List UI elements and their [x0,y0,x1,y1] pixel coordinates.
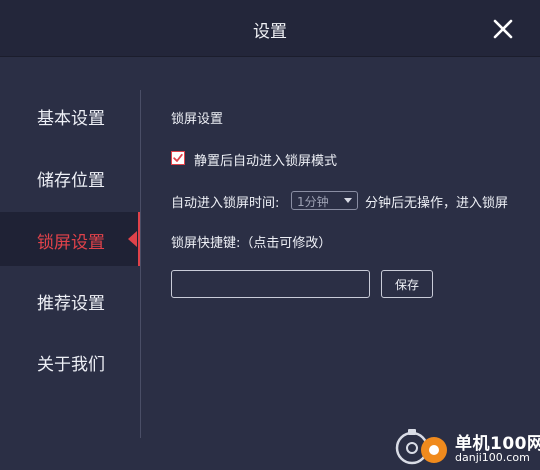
sidebar-divider [140,90,141,438]
lock-time-select[interactable]: 1分钟 [291,191,358,210]
checkmark-icon [173,153,183,162]
close-button[interactable] [492,18,514,40]
hotkey-label: 锁屏快捷键:（点击可修改） [171,236,332,251]
sidebar-item-label: 储存位置 [37,171,105,191]
sidebar-item-about[interactable]: 关于我们 [0,334,141,388]
arrow-left-icon [128,231,137,247]
sidebar-item-label: 锁屏设置 [37,233,105,253]
lock-time-label: 自动进入锁屏时间: [171,196,280,211]
watermark-logo-icon [395,429,447,465]
auto-lock-checkbox[interactable] [171,151,185,165]
sidebar-item-storage[interactable]: 储存位置 [0,150,141,204]
lock-time-suffix: 分钟后无操作，进入锁屏 [365,196,509,211]
sidebar-item-lock-screen[interactable]: 锁屏设置 [0,212,141,266]
sidebar-item-label: 基本设置 [37,109,105,129]
window-title: 设置 [253,22,287,42]
settings-sidebar: 基本设置 储存位置 锁屏设置 推荐设置 关于我们 [0,88,141,438]
title-bar: 设置 [0,0,540,57]
close-icon [493,19,513,39]
sidebar-item-label: 推荐设置 [37,294,105,314]
sidebar-item-label: 关于我们 [37,355,105,375]
section-title: 锁屏设置 [171,112,224,127]
watermark-url: danji100.com [455,451,530,464]
auto-lock-label[interactable]: 静置后自动进入锁屏模式 [194,150,337,169]
sidebar-item-basic[interactable]: 基本设置 [0,88,141,142]
save-button[interactable]: 保存 [381,270,433,298]
hotkey-input[interactable] [171,270,370,298]
sidebar-item-recommend[interactable]: 推荐设置 [0,273,141,327]
watermark: 单机100网 danji100.com [388,420,540,470]
lock-time-value: 1分钟 [297,195,329,209]
chevron-down-icon [344,198,352,203]
